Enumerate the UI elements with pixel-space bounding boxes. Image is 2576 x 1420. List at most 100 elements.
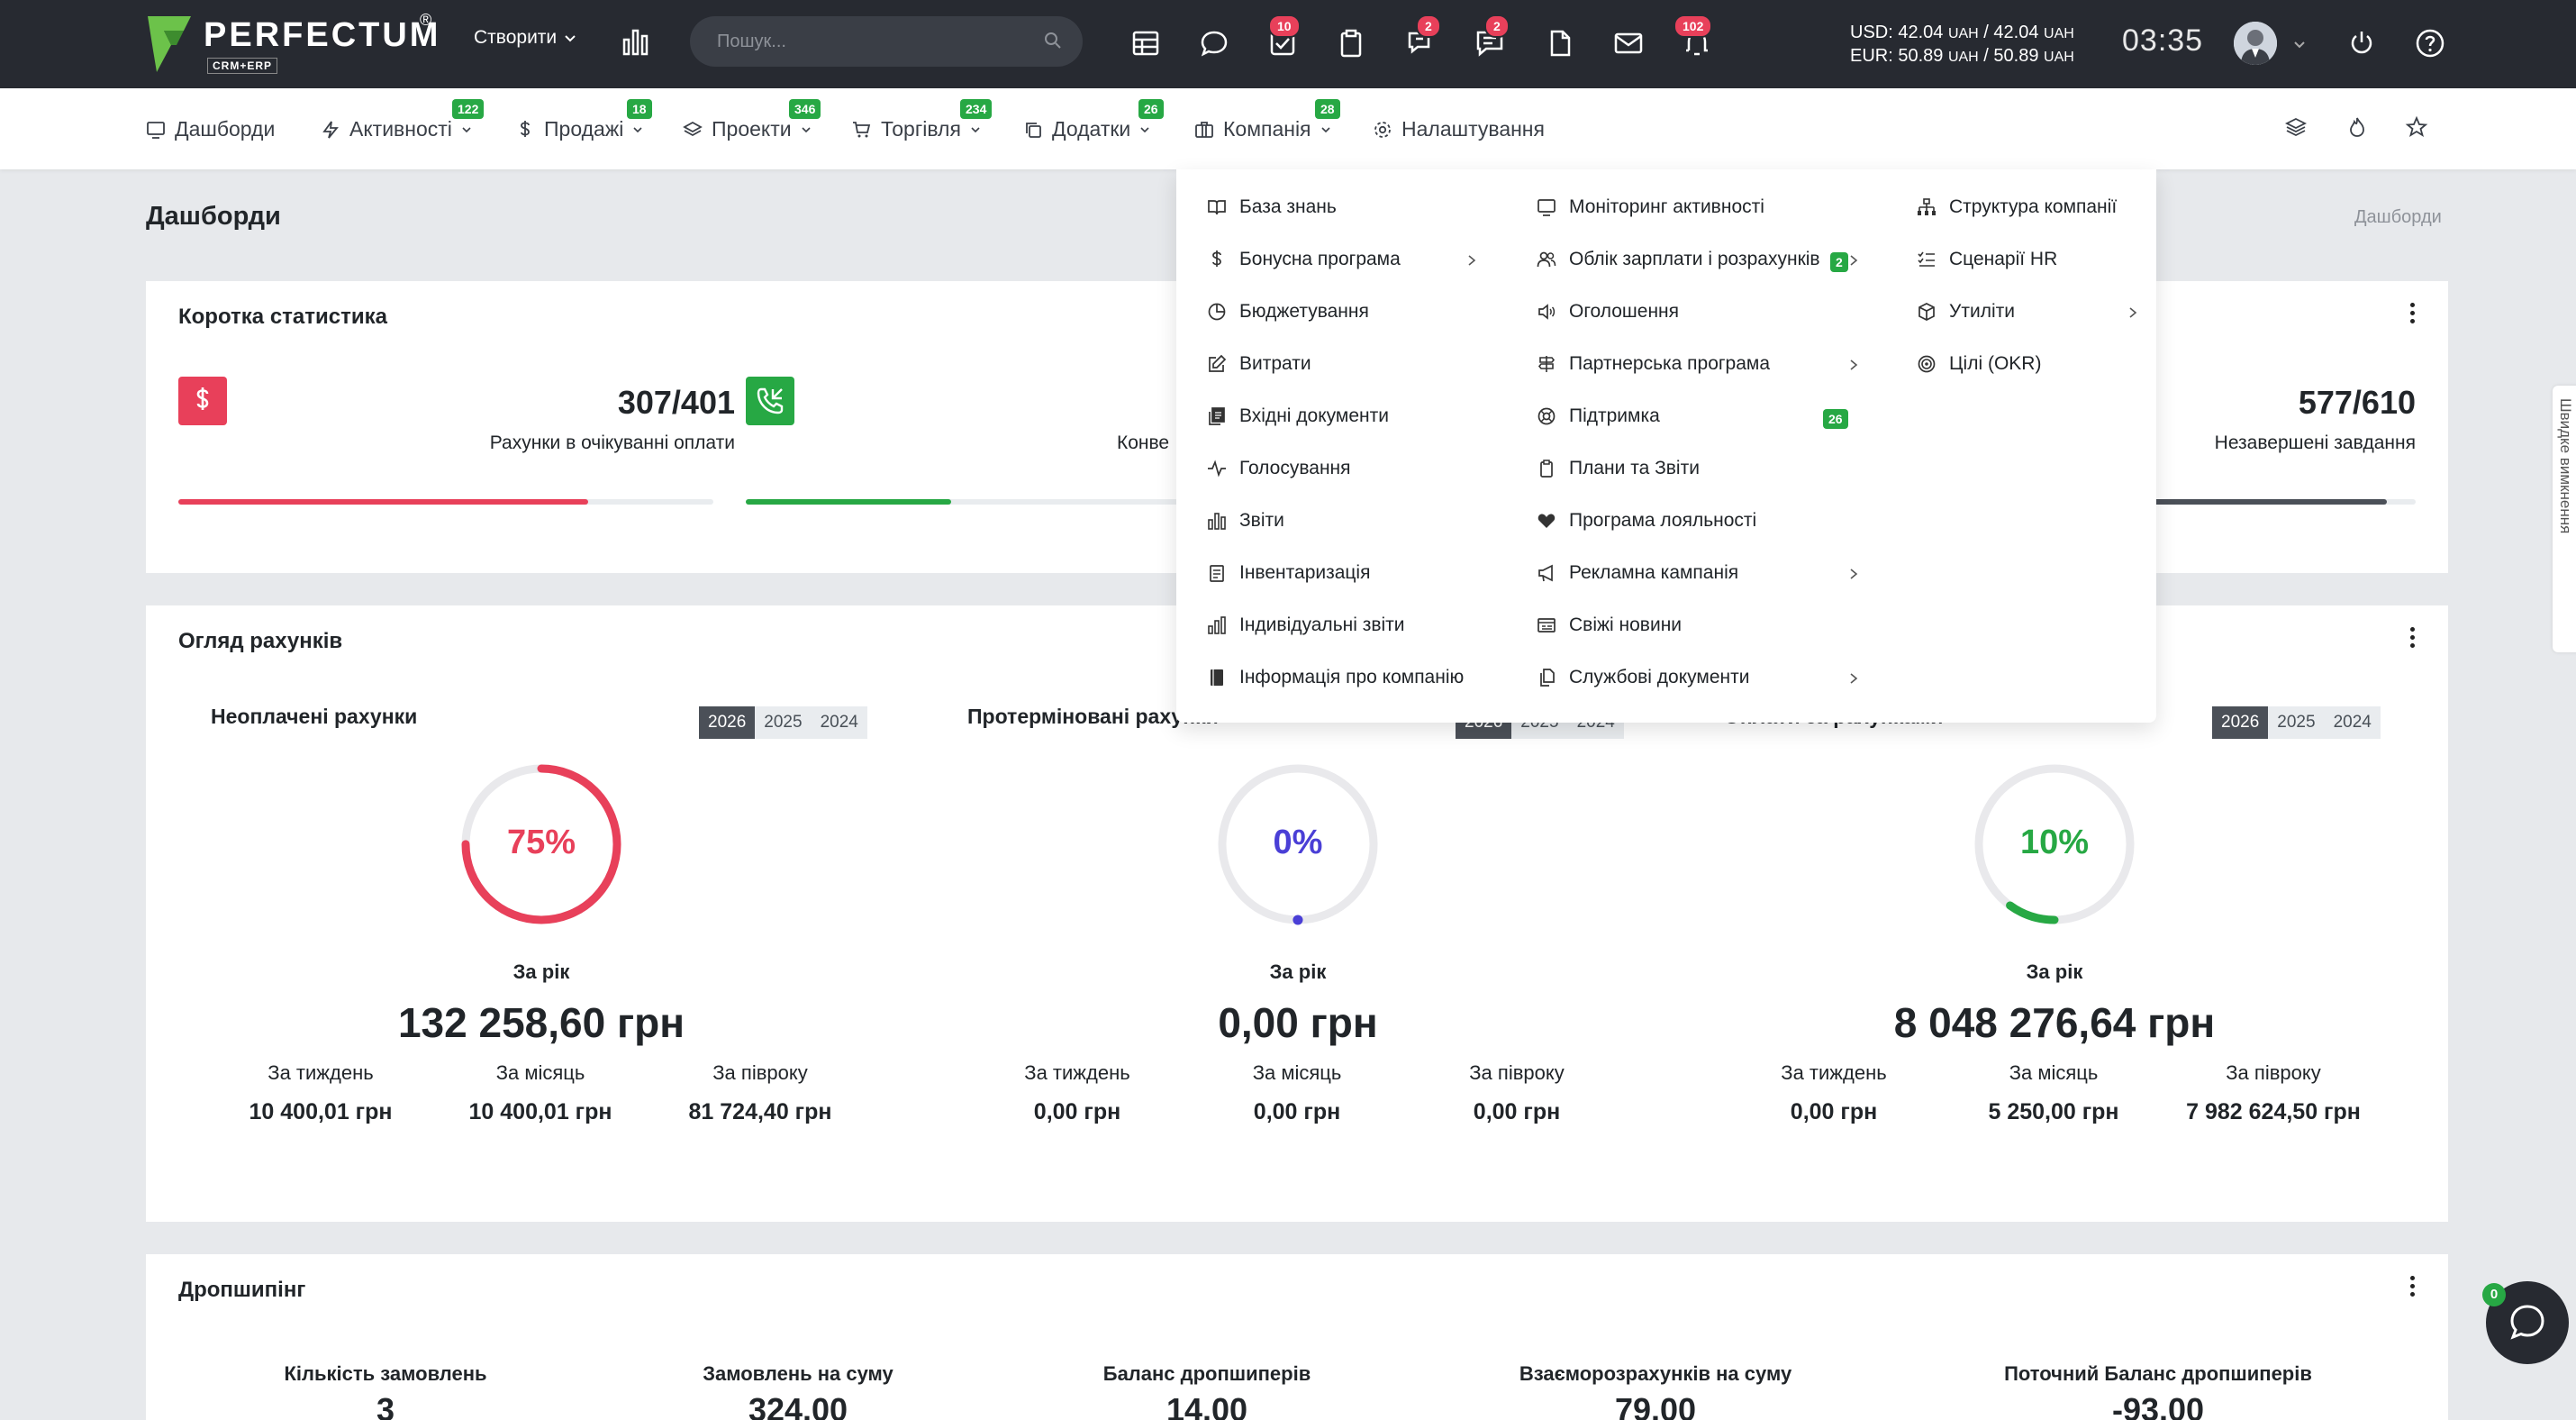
menu-item-ad-campaign[interactable]: Рекламна кампанія [1537, 562, 1738, 584]
calendar-table-icon[interactable] [1129, 27, 1162, 59]
pie-chart-icon [1208, 303, 1226, 321]
messages-badge: 2 [1484, 14, 1510, 38]
create-button[interactable]: Створити [474, 27, 576, 49]
more-menu-icon[interactable] [2410, 1276, 2416, 1300]
nav-trade[interactable]: Торгівля [852, 117, 981, 141]
clipboard-icon[interactable] [1335, 27, 1367, 59]
projects-badge: 346 [789, 99, 821, 119]
chevron-down-icon[interactable] [2293, 38, 2306, 50]
menu-item-budgeting[interactable]: Бюджетування [1207, 301, 1369, 323]
stat-value: 307/401 [617, 384, 735, 421]
chat-bubble-icon[interactable] [1198, 27, 1230, 59]
nav-dashboards[interactable]: Дашборди [146, 117, 275, 141]
nav-addons[interactable]: Додатки [1023, 117, 1150, 141]
chevron-right-icon [1850, 569, 1858, 579]
bar-chart-icon [1208, 616, 1226, 634]
logo-text: PERFECTUM [204, 16, 441, 54]
year-total: 132 258,60 грн [397, 999, 685, 1046]
menu-item-incoming-documents[interactable]: Вхідні документи [1207, 405, 1389, 427]
menu-item-loyalty-program[interactable]: Програма лояльності [1537, 510, 1756, 532]
half-year-value: 7 982 624,50 грн [2186, 1099, 2361, 1124]
tab-year[interactable]: 2025 [2268, 706, 2324, 739]
mail-icon[interactable] [1612, 27, 1645, 59]
power-icon[interactable] [2345, 27, 2378, 59]
help-icon[interactable] [2414, 27, 2446, 59]
year-label: За рік [2026, 960, 2083, 983]
search-input[interactable] [717, 29, 1023, 54]
phone-incoming-icon [746, 377, 794, 425]
menu-item-partner-program[interactable]: Партнерська програма [1537, 353, 1770, 375]
company-dropdown-menu: База знань Бонусна програма Бюджетування… [1176, 169, 2156, 723]
top-bar: PERFECTUM ® CRM+ERP Створити 10 2 2 102 … [0, 0, 2576, 88]
menu-item-company-info[interactable]: Інформація про компанію [1207, 667, 1464, 688]
drop-label: Взаєморозрахунків на суму [1519, 1362, 1792, 1385]
notifications-badge: 102 [1673, 14, 1713, 38]
nav-projects[interactable]: Проекти [683, 117, 812, 141]
menu-item-announcements[interactable]: Оголошення [1537, 301, 1679, 323]
menu-item-okr[interactable]: Цілі (OKR) [1917, 353, 2041, 375]
megaphone-icon [1538, 564, 1553, 582]
logo-registered: ® [420, 11, 432, 29]
side-tab-label: Швидке вимкнення [2557, 398, 2574, 534]
star-icon[interactable] [2405, 115, 2428, 139]
users-icon [1537, 251, 1556, 268]
more-menu-icon[interactable] [2410, 627, 2416, 651]
avatar[interactable] [2234, 22, 2277, 65]
tab-year[interactable]: 2026 [2212, 706, 2269, 739]
nav-sales[interactable]: Продажі [515, 117, 643, 141]
menu-item-plans-reports[interactable]: Плани та Звіти [1537, 458, 1700, 479]
stat-progress [178, 499, 713, 505]
menu-item-voting[interactable]: Голосування [1207, 458, 1351, 479]
fire-icon[interactable] [2345, 115, 2369, 139]
logo-subtitle: CRM+ERP [207, 58, 278, 74]
monitor-icon [1537, 199, 1556, 216]
nav-settings[interactable]: Налаштування [1373, 117, 1545, 141]
menu-item-fresh-news[interactable]: Свіжі новини [1537, 614, 1682, 636]
tab-year[interactable]: 2024 [812, 706, 867, 739]
chevron-down-icon [1320, 126, 1330, 132]
half-year-label: За півроку [1469, 1061, 1565, 1084]
menu-item-knowledge-base[interactable]: База знань [1207, 196, 1337, 218]
menu-item-expenses[interactable]: Витрати [1207, 353, 1311, 375]
menu-item-support[interactable]: Підтримка [1537, 405, 1660, 427]
menu-item-company-structure[interactable]: Структура компанії [1917, 196, 2117, 218]
breadcrumb[interactable]: Дашборди [2354, 207, 2442, 228]
month-label: За місяць [495, 1061, 585, 1084]
clock: 03:35 [2122, 23, 2204, 58]
tab-year[interactable]: 2025 [755, 706, 811, 739]
card-title: Дропшипінг [178, 1278, 306, 1302]
menu-item-payroll[interactable]: Облік зарплати і розрахунків [1537, 249, 1820, 270]
more-menu-icon[interactable] [2410, 303, 2416, 327]
nav-company[interactable]: Компанія [1194, 117, 1331, 141]
document-icon[interactable] [1544, 27, 1576, 59]
drop-value: 79.00 [1614, 1391, 1697, 1420]
drop-label: Кількість замовлень [284, 1362, 487, 1385]
dollar-icon [521, 120, 530, 137]
menu-item-reports[interactable]: Звіти [1207, 510, 1284, 532]
menu-item-individual-reports[interactable]: Індивідуальні звіти [1207, 614, 1405, 636]
year-tabs: 2026 2025 2024 [699, 706, 867, 739]
tab-year[interactable]: 2026 [699, 706, 756, 739]
menu-item-service-documents[interactable]: Службові документи [1537, 667, 1749, 688]
chevron-right-icon [1850, 360, 1858, 370]
bar-chart-icon[interactable] [621, 27, 650, 56]
user-avatar-icon [2234, 22, 2277, 65]
drop-value: -93.00 [2111, 1391, 2205, 1420]
trade-badge: 234 [960, 99, 993, 119]
menu-item-hr-scenarios[interactable]: Сценарії HR [1917, 249, 2057, 270]
stack-icon[interactable] [2284, 115, 2308, 139]
menu-item-bonus-program[interactable]: Бонусна програма [1207, 249, 1401, 270]
quick-disable-tab[interactable]: Швидке вимкнення [2553, 386, 2576, 652]
menu-item-activity-monitoring[interactable]: Моніторинг активності [1537, 196, 1764, 218]
menu-item-utilities[interactable]: Утиліти [1917, 301, 2015, 323]
tab-year[interactable]: 2024 [2325, 706, 2381, 739]
menu-item-inventory[interactable]: Інвентаризація [1207, 562, 1370, 584]
logo[interactable]: PERFECTUM ® CRM+ERP [144, 11, 438, 74]
panel-title: Неоплачені рахунки [211, 705, 418, 728]
nav-activities[interactable]: Активності [321, 117, 472, 141]
drop-label: Баланс дропшиперів [1102, 1362, 1311, 1385]
search-box[interactable] [690, 16, 1083, 67]
search-icon[interactable] [1043, 31, 1063, 50]
org-chart-icon [1918, 198, 1936, 215]
month-value: 5 250,00 грн [1988, 1099, 2119, 1124]
